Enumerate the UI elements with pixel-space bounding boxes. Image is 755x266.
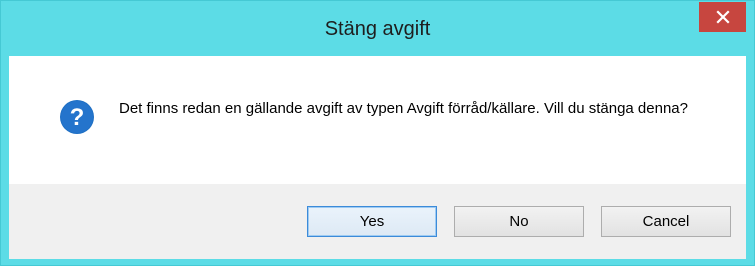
title-bar[interactable]: Stäng avgift — [1, 1, 754, 56]
svg-text:?: ? — [70, 104, 85, 131]
dialog-message: Det finns redan en gällande avgift av ty… — [119, 100, 688, 117]
dialog-title: Stäng avgift — [324, 18, 431, 40]
yes-button[interactable]: Yes — [307, 206, 437, 237]
close-button[interactable] — [699, 2, 746, 32]
button-bar: Yes No Cancel — [9, 184, 746, 259]
close-icon — [715, 10, 730, 24]
no-button[interactable]: No — [454, 206, 584, 237]
cancel-button[interactable]: Cancel — [601, 206, 731, 237]
message-area: ? Det finns redan en gällande avgift av … — [9, 56, 746, 184]
question-icon: ? — [60, 100, 94, 134]
dialog-window: Stäng avgift ? Det finns redan en gällan… — [0, 0, 755, 266]
